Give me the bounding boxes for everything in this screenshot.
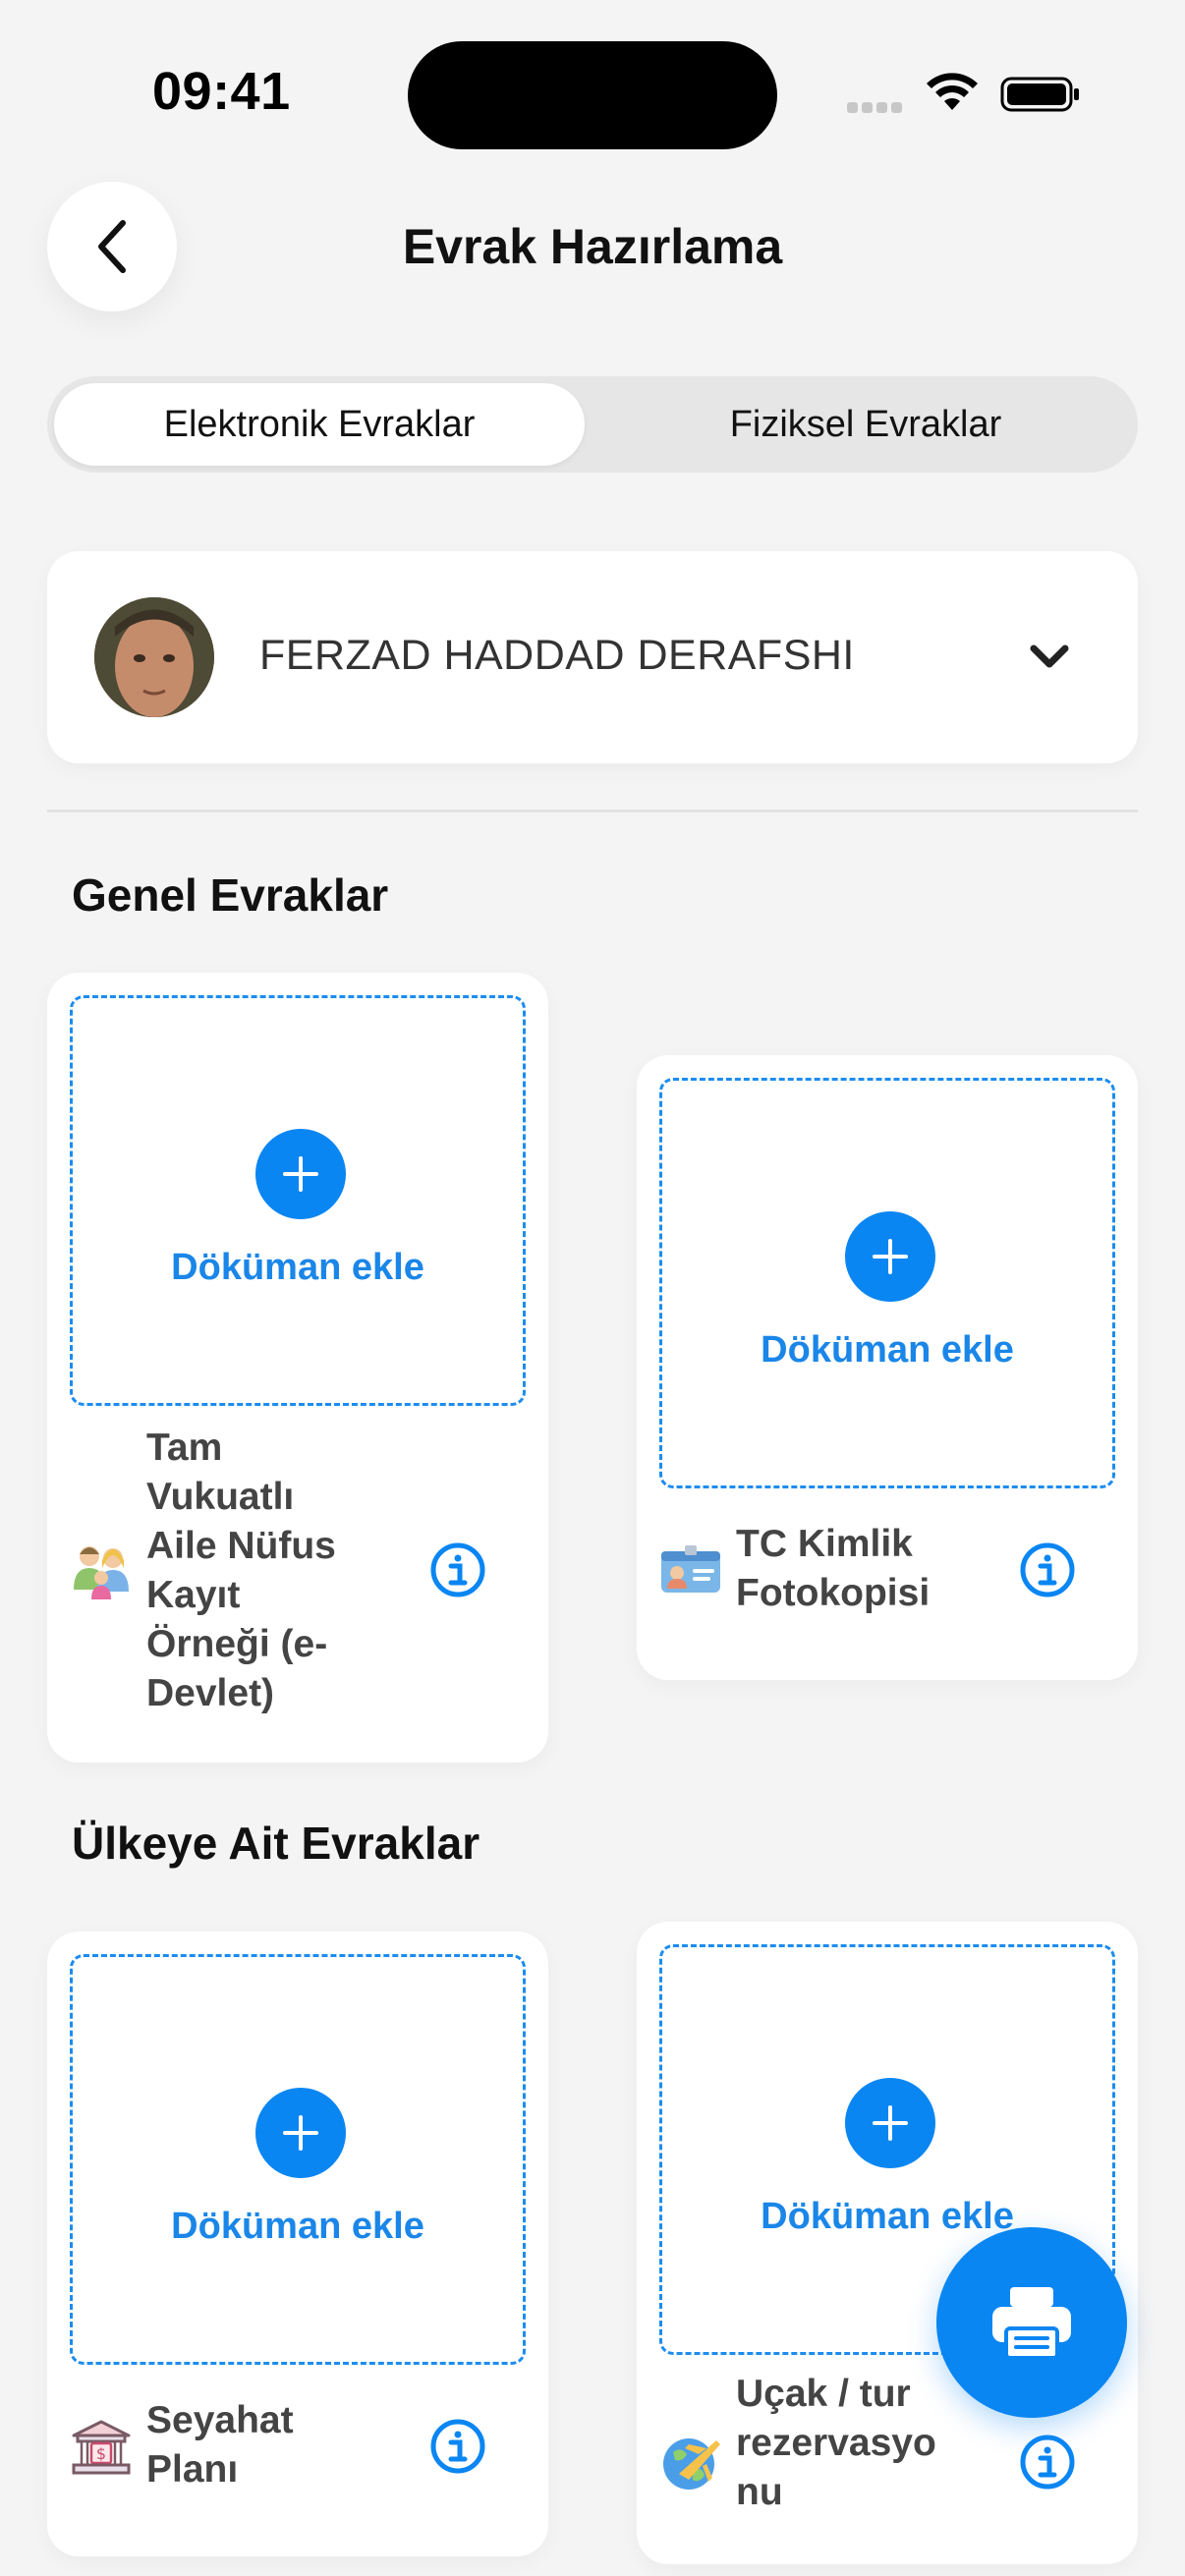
add-document-button[interactable] [255,1129,346,1219]
add-document-button[interactable] [255,2088,346,2178]
document-name: Tam Vukuatlı Aile Nüfus Kayıt Örneği (e-… [146,1427,336,1714]
add-document-label: Döküman ekle [171,1247,424,1288]
document-name: Uçak / tur rezervasyo nu [736,2373,936,2513]
plus-icon [873,2105,908,2141]
add-document-button[interactable] [845,2078,935,2168]
printer-icon [992,2287,1071,2360]
document-drop-zone[interactable]: Döküman ekle [70,1954,526,2365]
document-card: Döküman ekle TC Kimlik Fotokopisi [637,1055,1138,1680]
person-selector[interactable]: FERZAD HADDAD DERAFSHI [47,551,1138,763]
battery-icon [1000,77,1079,112]
tab-physical-documents[interactable]: Fiziksel Evraklar [600,383,1131,466]
person-name: FERZAD HADDAD DERAFSHI [259,632,855,679]
document-type-segmented-control: Elektronik Evraklar Fiziksel Evraklar [47,376,1138,473]
plus-icon [283,1156,318,1192]
info-icon[interactable] [429,2418,486,2475]
print-button[interactable] [936,2227,1127,2418]
page-title: Evrak Hazırlama [402,219,783,274]
document-card: Döküman ekle Tam Vukuatlı Aile Nüfus Kay… [47,973,548,1763]
section-title-country: Ülkeye Ait Evraklar [72,1818,480,1869]
family-icon [74,1546,129,1599]
plus-icon [873,1239,908,1274]
add-document-label: Döküman ekle [171,2206,424,2247]
document-name: TC Kimlik Fotokopisi [736,1523,931,1614]
document-drop-zone[interactable]: Döküman ekle [70,995,526,1406]
dynamic-island [408,41,777,149]
globe-plane-icon [663,2438,720,2490]
document-name: Seyahat Planı [146,2399,294,2491]
document-card: Döküman ekle $ Seyahat Planı [47,1932,548,2556]
document-drop-zone[interactable]: Döküman ekle [659,1078,1115,1488]
bank-icon: $ [72,2420,131,2475]
cellular-signal-icon [847,100,906,118]
status-bar: 09:41 [0,0,1185,187]
plus-icon [283,2115,318,2151]
id-card-icon [661,1545,720,1593]
info-icon[interactable] [1019,2434,1076,2491]
status-time: 09:41 [152,62,291,121]
svg-text:$: $ [96,2444,106,2463]
info-icon[interactable] [429,1541,486,1598]
info-icon[interactable] [1019,1541,1076,1598]
tab-electronic-documents[interactable]: Elektronik Evraklar [54,383,585,466]
avatar [94,597,214,717]
divider [47,810,1138,812]
add-document-label: Döküman ekle [761,1329,1014,1371]
wifi-icon [927,73,978,110]
section-title-general: Genel Evraklar [72,869,389,921]
add-document-button[interactable] [845,1211,935,1302]
person-dropdown-button[interactable] [1005,613,1094,701]
chevron-down-icon [1030,644,1069,668]
